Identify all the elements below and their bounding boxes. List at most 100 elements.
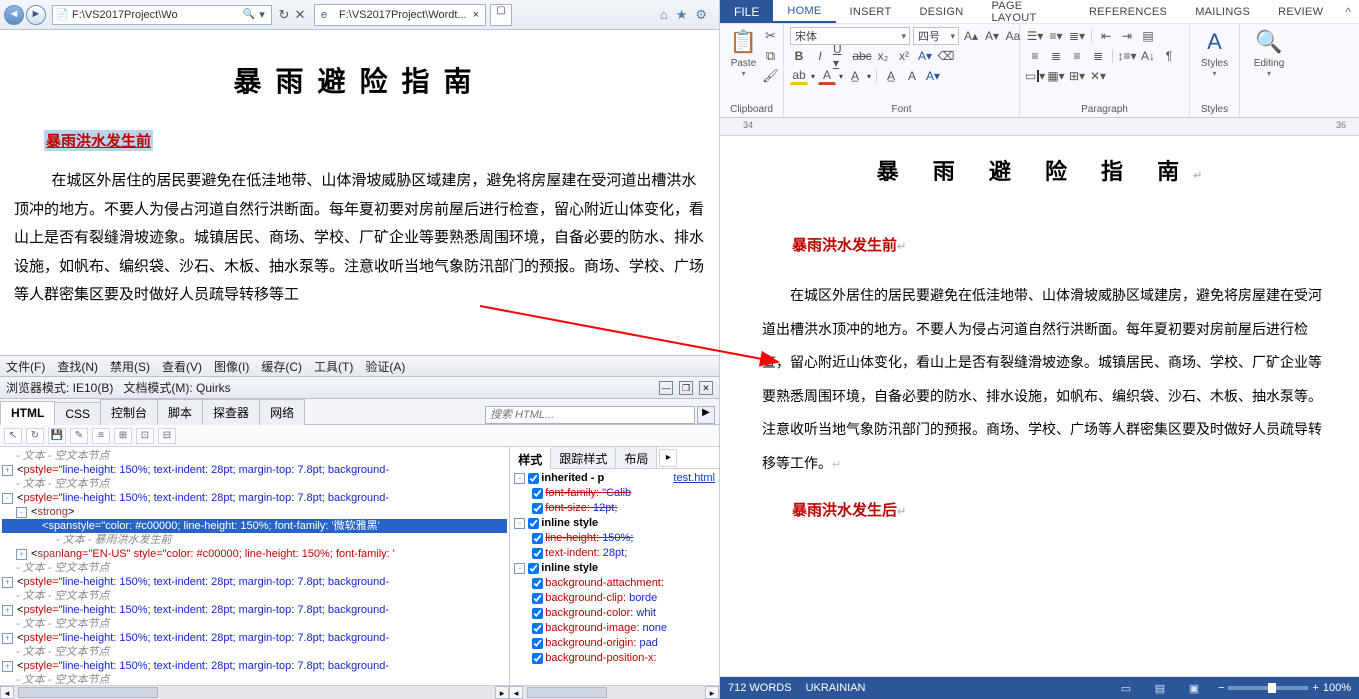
ie-refresh-icon[interactable]: ↻: [276, 7, 292, 23]
dt-menu-verify[interactable]: 验证(A): [365, 358, 405, 375]
italic-button[interactable]: I: [811, 47, 829, 65]
dt-edit-icon[interactable]: ✎: [70, 428, 88, 444]
ie-tab[interactable]: e F:\VS2017Project\Wordt... ×: [314, 4, 486, 26]
show-marks-icon[interactable]: ¶: [1160, 47, 1178, 65]
enclose-char-icon[interactable]: A̲: [882, 67, 900, 85]
ie-settings-icon[interactable]: ⚙: [695, 7, 707, 23]
word-styles-button[interactable]: A Styles▾: [1196, 26, 1234, 78]
dt-browser-mode[interactable]: 浏览器模式: IE10(B): [6, 379, 113, 396]
dt-min-icon[interactable]: —: [659, 381, 673, 395]
underline-button[interactable]: U ▾: [832, 47, 850, 65]
dt-tab-network[interactable]: 网络: [259, 399, 305, 425]
ie-address-bar[interactable]: 📄 F:\VS2017Project\Wo 🔍 ▾: [52, 5, 272, 25]
word-font-name-select[interactable]: 宋体: [790, 27, 910, 45]
justify-icon[interactable]: ≣: [1089, 47, 1107, 65]
dt-expand-icon[interactable]: ⊞: [114, 428, 132, 444]
word-paste-button[interactable]: 📋 Paste ▾: [725, 26, 763, 84]
word-tab-insert[interactable]: INSERT: [836, 0, 906, 23]
zoom-slider[interactable]: −+ 100%: [1218, 682, 1351, 694]
shading-icon[interactable]: ▭▾: [1026, 67, 1044, 85]
style-prop-toggle[interactable]: [532, 488, 543, 499]
superscript-button[interactable]: x²: [895, 47, 913, 65]
ie-address-dropdown[interactable]: ▾: [255, 8, 269, 21]
align-right-icon[interactable]: ≡: [1068, 47, 1086, 65]
dt-restore-icon[interactable]: ❐: [679, 381, 693, 395]
bold-button[interactable]: B: [790, 47, 808, 65]
dt-menu-disable[interactable]: 禁用(S): [110, 358, 150, 375]
ie-search-go-icon[interactable]: 🔍: [243, 9, 255, 20]
border-icon[interactable]: ▦▾: [1047, 67, 1065, 85]
style-rule-toggle[interactable]: [528, 563, 539, 574]
dt-search-input[interactable]: [485, 406, 695, 424]
dt-collapse-icon[interactable]: ⊡: [136, 428, 154, 444]
align-left-icon[interactable]: ≡: [1026, 47, 1044, 65]
style-prop-toggle[interactable]: [532, 503, 543, 514]
word-font-size-select[interactable]: 四号: [913, 27, 959, 45]
style-prop-toggle[interactable]: [532, 653, 543, 664]
ie-home-icon[interactable]: ⌂: [660, 7, 668, 22]
dt-side-more-icon[interactable]: ▸: [659, 449, 677, 467]
view-web-icon[interactable]: ▣: [1184, 682, 1204, 695]
phonetic-guide-icon[interactable]: A: [903, 67, 921, 85]
dt-doc-mode[interactable]: 文档模式(M): Quirks: [123, 379, 230, 396]
shrink-font-icon[interactable]: A▾: [983, 27, 1001, 45]
word-document-viewport[interactable]: 暴 雨 避 险 指 南↵ 暴雨洪水发生前↵ 在城区外居住的居民要避免在低洼地带、…: [720, 136, 1359, 677]
numbering-icon[interactable]: ≡▾: [1047, 27, 1065, 45]
style-prop-toggle[interactable]: [532, 608, 543, 619]
dt-side-tab-layout[interactable]: 布局: [616, 447, 657, 468]
dt-menu-file[interactable]: 文件(F): [6, 358, 45, 375]
strike-button[interactable]: abc: [853, 47, 871, 65]
ie-stop-icon[interactable]: ✕: [292, 7, 308, 23]
dt-tab-script[interactable]: 脚本: [157, 399, 203, 425]
style-prop-toggle[interactable]: [532, 623, 543, 634]
dt-refresh-icon[interactable]: ↻: [26, 428, 44, 444]
dt-menu-view[interactable]: 查看(V): [162, 358, 202, 375]
subscript-button[interactable]: x₂: [874, 47, 892, 65]
sort-icon[interactable]: A↓: [1139, 47, 1157, 65]
dt-save-icon[interactable]: 💾: [48, 428, 66, 444]
word-tab-mailings[interactable]: MAILINGS: [1181, 0, 1264, 23]
ltr-icon[interactable]: ▤: [1139, 27, 1157, 45]
style-prop-toggle[interactable]: [532, 593, 543, 604]
dt-menu-tools[interactable]: 工具(T): [314, 358, 353, 375]
word-tab-design[interactable]: DESIGN: [906, 0, 978, 23]
ie-forward-button[interactable]: ►: [26, 5, 46, 25]
snap-grid-icon[interactable]: ⊞▾: [1068, 67, 1086, 85]
dt-tab-profiler[interactable]: 探查器: [202, 399, 260, 425]
clear-format-icon[interactable]: ⌫: [937, 47, 955, 65]
devtools-styles-panel[interactable]: -inherited - p test.html font-family: "C…: [510, 469, 719, 685]
dt-wrap-icon[interactable]: ≡: [92, 428, 110, 444]
word-ribbon-collapse-icon[interactable]: ^: [1337, 0, 1359, 23]
format-painter-icon[interactable]: 🖌: [763, 68, 779, 84]
ie-tab-close-icon[interactable]: ×: [473, 9, 479, 21]
cut-icon[interactable]: ✂: [763, 28, 779, 44]
dt-select-element-icon[interactable]: ↖: [4, 428, 22, 444]
align-center-icon[interactable]: ≣: [1047, 47, 1065, 65]
dt-menu-find[interactable]: 查找(N): [57, 358, 98, 375]
word-tab-references[interactable]: REFERENCES: [1075, 0, 1181, 23]
increase-indent-icon[interactable]: ⇥: [1118, 27, 1136, 45]
style-prop-toggle[interactable]: [532, 578, 543, 589]
style-prop-toggle[interactable]: [532, 548, 543, 559]
word-editing-button[interactable]: 🔍 Editing▾: [1250, 26, 1288, 78]
dt-tab-css[interactable]: CSS: [54, 402, 101, 425]
devtools-dom-tree[interactable]: - 文本 - 空文本节点 +<p style="line-height: 150…: [0, 447, 509, 685]
highlight-color-icon[interactable]: ab: [790, 67, 808, 85]
dt-side-tab-trace[interactable]: 跟踪样式: [551, 447, 616, 468]
status-language[interactable]: UKRAINIAN: [806, 682, 866, 694]
devtools-h-scrollbar[interactable]: ◂▸ ◂▸: [0, 685, 719, 699]
multilevel-icon[interactable]: ≣▾: [1068, 27, 1086, 45]
dt-search-go-button[interactable]: ▶: [697, 406, 715, 424]
ie-favorites-icon[interactable]: ★: [676, 7, 688, 23]
dt-menu-image[interactable]: 图像(I): [214, 358, 249, 375]
style-rule-toggle[interactable]: [528, 473, 539, 484]
style-rule-toggle[interactable]: [528, 518, 539, 529]
dt-tab-html[interactable]: HTML: [0, 401, 55, 425]
dt-clear-icon[interactable]: ⊟: [158, 428, 176, 444]
font-color-icon[interactable]: A: [818, 67, 836, 85]
dt-close-icon[interactable]: ✕: [699, 381, 713, 395]
word-tab-review[interactable]: REVIEW: [1264, 0, 1337, 23]
word-ruler[interactable]: 34 36: [720, 118, 1359, 136]
grow-font-icon[interactable]: A▴: [962, 27, 980, 45]
ie-back-button[interactable]: ◄: [4, 5, 24, 25]
